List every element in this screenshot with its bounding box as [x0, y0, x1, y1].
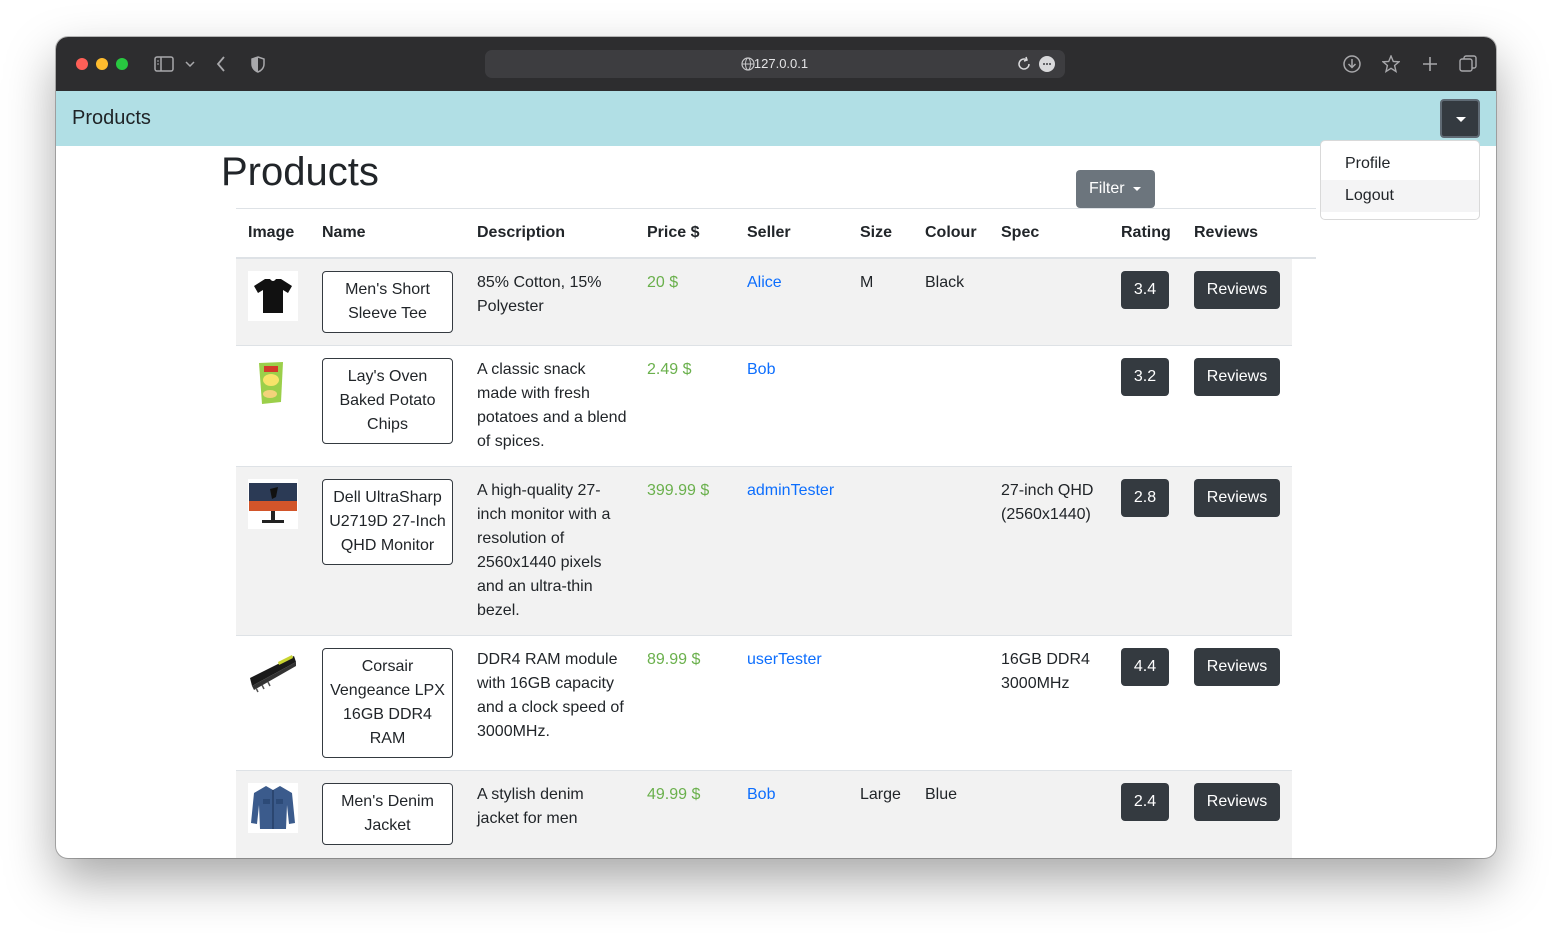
dropdown-item-profile[interactable]: Profile — [1321, 148, 1479, 180]
product-colour: Blue — [925, 786, 958, 803]
table-row: Men's Short Sleeve Tee 85% Cotton, 15% P… — [236, 259, 1292, 346]
product-image-chips[interactable] — [248, 358, 298, 408]
header-spec: Spec — [1001, 224, 1040, 241]
product-price: 20 $ — [647, 274, 679, 291]
url-text: 127.0.0.1 — [753, 56, 809, 71]
user-menu-toggle-button[interactable] — [1440, 99, 1480, 138]
header-seller: Seller — [747, 224, 791, 241]
reviews-button[interactable]: Reviews — [1194, 783, 1280, 821]
t-shirt-icon — [248, 271, 298, 321]
seller-link[interactable]: Bob — [747, 358, 775, 382]
product-image-ram[interactable] — [248, 648, 298, 698]
reviews-button[interactable]: Reviews — [1194, 271, 1280, 309]
ram-module-icon — [248, 648, 298, 698]
table-top-divider — [236, 208, 1316, 209]
monitor-icon — [248, 479, 298, 529]
product-description: A stylish denim jacket for men — [477, 786, 584, 827]
user-dropdown-menu: Profile Logout — [1320, 140, 1480, 220]
reload-icon[interactable] — [1016, 56, 1032, 72]
product-price: 89.99 $ — [647, 651, 701, 668]
product-size: M — [860, 274, 874, 291]
table-row: Dell UltraSharp U2719D 27-Inch QHD Monit… — [236, 467, 1292, 636]
more-icon[interactable] — [1039, 56, 1055, 72]
close-window-button[interactable] — [76, 58, 88, 70]
rating-badge[interactable]: 3.2 — [1121, 358, 1169, 396]
product-spec: 27-inch QHD (2560x1440) — [1001, 482, 1094, 523]
browser-window: 127.0.0.1 Products Profile Logout Produc… — [56, 37, 1496, 858]
shield-icon[interactable] — [250, 53, 266, 75]
seller-link[interactable]: Bob — [747, 783, 775, 807]
address-bar[interactable]: 127.0.0.1 — [485, 50, 1065, 78]
product-price: 49.99 $ — [647, 786, 701, 803]
bookmark-star-icon[interactable] — [1381, 53, 1401, 75]
download-icon[interactable] — [1342, 53, 1362, 75]
header-image: Image — [248, 224, 295, 241]
zoom-window-button[interactable] — [116, 58, 128, 70]
product-name-button[interactable]: Dell UltraSharp U2719D 27-Inch QHD Monit… — [322, 479, 453, 565]
header-description: Description — [477, 224, 566, 241]
seller-link[interactable]: Alice — [747, 271, 782, 295]
product-price: 2.49 $ — [647, 361, 692, 378]
dropdown-item-logout[interactable]: Logout — [1321, 180, 1479, 212]
header-name: Name — [322, 224, 366, 241]
header-reviews: Reviews — [1194, 224, 1259, 241]
reviews-button[interactable]: Reviews — [1194, 648, 1280, 686]
seller-link[interactable]: adminTester — [747, 479, 834, 503]
header-rating: Rating — [1121, 224, 1171, 241]
header-price: Price $ — [647, 224, 700, 241]
product-spec: 16GB DDR4 3000MHz — [1001, 651, 1090, 692]
product-description: DDR4 RAM module with 16GB capacity and a… — [477, 651, 624, 740]
app-navbar: Products — [56, 91, 1496, 146]
seller-link[interactable]: userTester — [747, 648, 822, 672]
table-row: Lay's Oven Baked Potato Chips A classic … — [236, 346, 1292, 467]
main-content: Products Filter Image Name Description P… — [56, 146, 1496, 858]
product-description: 85% Cotton, 15% Polyester — [477, 274, 602, 315]
reviews-button[interactable]: Reviews — [1194, 358, 1280, 396]
rating-badge[interactable]: 2.8 — [1121, 479, 1169, 517]
denim-jacket-icon — [248, 783, 298, 833]
product-image-monitor[interactable] — [248, 479, 298, 529]
product-name-button[interactable]: Men's Denim Jacket — [322, 783, 453, 845]
product-description: A classic snack made with fresh potatoes… — [477, 361, 627, 450]
chips-bag-icon — [248, 358, 298, 408]
product-price: 399.99 $ — [647, 482, 710, 499]
sidebar-icon[interactable] — [153, 53, 175, 75]
product-size: Large — [860, 786, 901, 803]
rating-badge[interactable]: 4.4 — [1121, 648, 1169, 686]
header-size: Size — [860, 224, 893, 241]
product-image-tshirt[interactable] — [248, 271, 298, 321]
new-tab-icon[interactable] — [1420, 53, 1440, 75]
product-name-button[interactable]: Lay's Oven Baked Potato Chips — [322, 358, 453, 444]
product-image-jacket[interactable] — [248, 783, 298, 833]
browser-toolbar: 127.0.0.1 — [56, 37, 1496, 91]
product-description: A high-quality 27-inch monitor with a re… — [477, 482, 611, 619]
rating-badge[interactable]: 2.4 — [1121, 783, 1169, 821]
table-row: Men's Denim Jacket A stylish denim jacke… — [236, 771, 1292, 858]
product-colour: Black — [925, 274, 965, 291]
filter-dropdown-button[interactable]: Filter — [1076, 170, 1155, 208]
product-name-button[interactable]: Corsair Vengeance LPX 16GB DDR4 RAM — [322, 648, 453, 758]
header-colour: Colour — [925, 224, 977, 241]
minimize-window-button[interactable] — [96, 58, 108, 70]
back-icon[interactable] — [213, 53, 229, 75]
rating-badge[interactable]: 3.4 — [1121, 271, 1169, 309]
product-name-button[interactable]: Men's Short Sleeve Tee — [322, 271, 453, 333]
reviews-button[interactable]: Reviews — [1194, 479, 1280, 517]
table-row: Corsair Vengeance LPX 16GB DDR4 RAM DDR4… — [236, 636, 1292, 771]
navbar-brand[interactable]: Products — [72, 107, 151, 130]
page-title: Products — [221, 150, 379, 194]
chevron-down-icon[interactable] — [183, 53, 197, 75]
tab-overview-icon[interactable] — [1458, 53, 1478, 75]
